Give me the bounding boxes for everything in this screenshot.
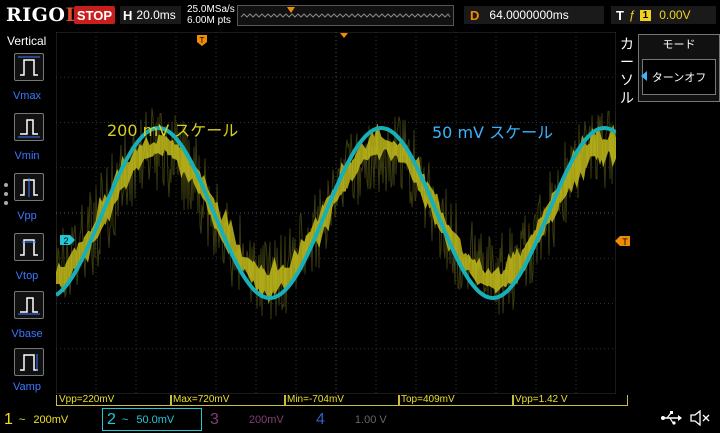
channel-3-box[interactable]: 3 200mV — [206, 408, 306, 431]
page-dots — [4, 183, 10, 210]
delay-box[interactable]: D 64.0000000ms — [464, 6, 604, 24]
channel-4-box[interactable]: 4 1.00 V — [312, 408, 412, 431]
vtop-label: Vtop — [0, 270, 54, 282]
speaker-muted-icon[interactable] — [688, 410, 712, 426]
memory-overview[interactable] — [237, 5, 454, 26]
ac-coupling-icon: ~ — [122, 414, 128, 426]
brand-logo: RIGOL — [6, 4, 79, 26]
channel-bar: 1 ~ 200mV 2 ~ 50.0mV 3 200mV 4 1.00 V — [0, 406, 720, 433]
vpp-label: Vpp — [0, 210, 54, 222]
measurement-item[interactable]: Vpp=220mV — [56, 395, 172, 406]
grid-lines — [56, 32, 616, 394]
trigger-source: 1 — [640, 10, 652, 21]
vbase-icon — [15, 292, 43, 318]
vtop-button[interactable] — [14, 233, 44, 261]
channel-1-box[interactable]: 1 ~ 200mV — [0, 408, 100, 431]
channel-1-scale: 200mV — [33, 414, 68, 426]
vpp-button[interactable] — [14, 173, 44, 201]
vbase-button[interactable] — [14, 291, 44, 319]
waveform-grid[interactable]: T — [56, 32, 616, 394]
trigger-delay-marker-letter: T — [200, 36, 205, 45]
ch2-offset-marker[interactable]: 2 — [60, 234, 76, 246]
vmin-button[interactable] — [14, 113, 44, 141]
svg-text:2: 2 — [63, 236, 68, 246]
vmin-label: Vmin — [0, 150, 54, 162]
usb-icon — [660, 410, 682, 426]
timebase-letter: H — [123, 8, 132, 23]
center-marker — [340, 33, 348, 38]
sample-rate: 25.0MSa/s — [187, 4, 235, 15]
channel-3-scale: 200mV — [249, 414, 284, 426]
trigger-letter: T — [616, 8, 624, 23]
vpp-icon — [15, 174, 43, 200]
ch2-scale-annotation: 50 mV スケール — [432, 119, 553, 143]
measurement-item[interactable]: Max=720mV — [170, 395, 286, 406]
vbase-label: Vbase — [0, 328, 54, 340]
sidebar-title: Vertical — [7, 34, 46, 48]
measurement-item[interactable]: Min=-704mV — [284, 395, 400, 406]
vmax-button[interactable] — [14, 53, 44, 81]
vmax-icon — [15, 54, 43, 80]
delay-letter: D — [470, 8, 479, 23]
top-status-bar: RIGOL STOP H 20.0ms 25.0MSa/s 6.00M pts … — [0, 0, 720, 32]
mode-value: ターンオフ — [652, 69, 706, 85]
vmin-icon — [15, 114, 43, 140]
channel-2-scale: 50.0mV — [136, 414, 174, 426]
select-arrow-icon — [641, 71, 647, 81]
trigger-position-marker — [287, 7, 295, 13]
acquisition-info: 25.0MSa/s 6.00M pts — [187, 4, 235, 26]
memory-waveform-icon — [238, 6, 453, 25]
trigger-level-marker[interactable]: T — [615, 235, 631, 247]
timebase-value: 20.0ms — [136, 8, 175, 22]
vamp-button[interactable] — [14, 348, 44, 376]
measurement-item[interactable]: Vpp=1.42 V — [512, 395, 628, 406]
measurement-item[interactable]: Top=409mV — [398, 395, 514, 406]
vtop-icon — [15, 234, 43, 260]
channel-4-scale: 1.00 V — [355, 414, 387, 426]
measure-sidebar: Vertical Vmax Vmin Vpp Vtop Vbase Vamp — [0, 32, 54, 405]
trigger-box[interactable]: T ƒ 1 0.00V — [611, 6, 716, 24]
rising-edge-icon: ƒ — [629, 8, 636, 22]
mode-title: モード — [639, 36, 719, 52]
cursor-menu-label: カーソル — [618, 36, 636, 108]
svg-text:T: T — [622, 237, 628, 247]
channel-2-box[interactable]: 2 ~ 50.0mV — [102, 408, 202, 431]
ch1-scale-annotation: 200 mV スケール — [107, 117, 238, 141]
delay-value: 64.0000000ms — [489, 8, 568, 22]
memory-depth: 6.00M pts — [187, 15, 235, 26]
vmax-label: Vmax — [0, 90, 54, 102]
cursor-mode-menu: モード ターンオフ — [638, 34, 720, 102]
mode-select[interactable]: ターンオフ — [642, 59, 716, 95]
timebase-box[interactable]: H 20.0ms — [120, 6, 181, 24]
measurement-bar: Vpp=220mV Max=720mV Min=-704mV Top=409mV… — [56, 395, 628, 406]
oscilloscope-screen: RIGOL STOP H 20.0ms 25.0MSa/s 6.00M pts … — [0, 0, 720, 433]
trigger-level: 0.00V — [659, 8, 690, 22]
vamp-label: Vamp — [0, 381, 54, 393]
ac-coupling-icon: ~ — [19, 414, 25, 426]
run-stop-status[interactable]: STOP — [74, 6, 115, 24]
vamp-icon — [15, 349, 43, 375]
